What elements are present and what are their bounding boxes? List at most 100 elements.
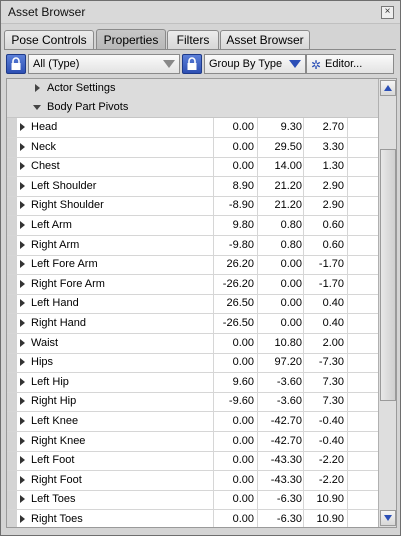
value-cell-y[interactable]: 0.80 — [258, 239, 302, 251]
table-row[interactable]: Right Hip -9.60 -3.60 7.30 — [7, 392, 378, 412]
chevron-right-icon[interactable] — [20, 397, 25, 405]
value-cell-z[interactable]: 1.30 — [304, 160, 344, 172]
table-row[interactable]: Right Fore Arm -26.20 0.00 -1.70 — [7, 275, 378, 295]
chevron-right-icon[interactable] — [20, 241, 25, 249]
value-cell-z[interactable]: -7.30 — [304, 356, 344, 368]
value-cell-x[interactable]: 0.00 — [216, 415, 254, 427]
value-cell-z[interactable]: 2.90 — [304, 180, 344, 192]
value-cell-x[interactable]: 8.90 — [216, 180, 254, 192]
chevron-right-icon[interactable] — [20, 358, 25, 366]
value-cell-y[interactable]: 0.00 — [258, 297, 302, 309]
value-cell-y[interactable]: 0.80 — [258, 219, 302, 231]
value-cell-x[interactable]: 26.50 — [216, 297, 254, 309]
value-cell-x[interactable]: 0.00 — [216, 356, 254, 368]
chevron-right-icon[interactable] — [20, 162, 25, 170]
value-cell-x[interactable]: 0.00 — [216, 141, 254, 153]
chevron-right-icon[interactable] — [20, 378, 25, 386]
chevron-right-icon[interactable] — [20, 143, 25, 151]
table-row[interactable]: Right Arm -9.80 0.80 0.60 — [7, 236, 378, 256]
chevron-right-icon[interactable] — [20, 182, 25, 190]
value-cell-y[interactable]: -42.70 — [258, 435, 302, 447]
table-row[interactable]: Hips 0.00 97.20 -7.30 — [7, 353, 378, 373]
tab-pose-controls[interactable]: Pose Controls — [4, 30, 94, 49]
scroll-down-button[interactable] — [380, 510, 396, 526]
value-cell-x[interactable]: -9.80 — [216, 239, 254, 251]
value-cell-x[interactable]: 0.00 — [216, 337, 254, 349]
table-row[interactable]: Left Arm 9.80 0.80 0.60 — [7, 216, 378, 236]
value-cell-y[interactable]: 9.30 — [258, 121, 302, 133]
value-cell-x[interactable]: 0.00 — [216, 121, 254, 133]
chevron-right-icon[interactable] — [20, 515, 25, 523]
chevron-right-icon[interactable] — [20, 221, 25, 229]
value-cell-x[interactable]: 0.00 — [216, 435, 254, 447]
table-row[interactable]: Left Hand 26.50 0.00 0.40 — [7, 294, 378, 314]
tab-asset-browser[interactable]: Asset Browser — [220, 30, 310, 49]
value-cell-y[interactable]: 0.00 — [258, 317, 302, 329]
value-cell-x[interactable]: -8.90 — [216, 199, 254, 211]
value-cell-z[interactable]: 0.40 — [304, 317, 344, 329]
table-row[interactable]: Right Hand -26.50 0.00 0.40 — [7, 314, 378, 334]
value-cell-z[interactable]: 2.70 — [304, 121, 344, 133]
chevron-right-icon[interactable] — [20, 456, 25, 464]
tab-properties[interactable]: Properties — [96, 29, 166, 50]
value-cell-y[interactable]: -3.60 — [258, 376, 302, 388]
value-cell-z[interactable]: -2.20 — [304, 474, 344, 486]
value-cell-z[interactable]: -0.40 — [304, 415, 344, 427]
table-row[interactable]: Head 0.00 9.30 2.70 — [7, 118, 378, 138]
table-row[interactable]: Left Toes 0.00 -6.30 10.90 — [7, 490, 378, 510]
value-cell-y[interactable]: -43.30 — [258, 454, 302, 466]
close-icon[interactable]: × — [381, 6, 394, 19]
value-cell-x[interactable]: 0.00 — [216, 493, 254, 505]
lock-icon[interactable] — [182, 54, 202, 74]
value-cell-y[interactable]: 21.20 — [258, 199, 302, 211]
value-cell-y[interactable]: -3.60 — [258, 395, 302, 407]
table-row[interactable]: Right Shoulder -8.90 21.20 2.90 — [7, 196, 378, 216]
value-cell-z[interactable]: 0.60 — [304, 219, 344, 231]
value-cell-x[interactable]: -26.50 — [216, 317, 254, 329]
value-cell-y[interactable]: 29.50 — [258, 141, 302, 153]
scroll-up-button[interactable] — [380, 80, 396, 96]
value-cell-x[interactable]: -9.60 — [216, 395, 254, 407]
group-actor-settings[interactable]: Actor Settings — [7, 79, 378, 99]
value-cell-z[interactable]: -2.20 — [304, 454, 344, 466]
value-cell-x[interactable]: 0.00 — [216, 474, 254, 486]
value-cell-y[interactable]: -43.30 — [258, 474, 302, 486]
table-row[interactable]: Neck 0.00 29.50 3.30 — [7, 138, 378, 158]
value-cell-y[interactable]: 0.00 — [258, 258, 302, 270]
value-cell-z[interactable]: 7.30 — [304, 395, 344, 407]
table-row[interactable]: Left Fore Arm 26.20 0.00 -1.70 — [7, 255, 378, 275]
chevron-right-icon[interactable] — [20, 260, 25, 268]
value-cell-z[interactable]: 7.30 — [304, 376, 344, 388]
value-cell-y[interactable]: 0.00 — [258, 278, 302, 290]
value-cell-x[interactable]: 0.00 — [216, 454, 254, 466]
title-bar[interactable]: Asset Browser × — [1, 1, 400, 24]
value-cell-y[interactable]: -6.30 — [258, 493, 302, 505]
tab-filters[interactable]: Filters — [167, 30, 219, 49]
value-cell-z[interactable]: 10.90 — [304, 513, 344, 525]
value-cell-x[interactable]: -26.20 — [216, 278, 254, 290]
chevron-right-icon[interactable] — [20, 201, 25, 209]
value-cell-y[interactable]: -42.70 — [258, 415, 302, 427]
chevron-right-icon[interactable] — [20, 339, 25, 347]
group-by-dropdown[interactable]: Group By Type — [204, 54, 306, 74]
value-cell-z[interactable]: 0.60 — [304, 239, 344, 251]
value-cell-z[interactable]: -1.70 — [304, 258, 344, 270]
table-row[interactable]: Waist 0.00 10.80 2.00 — [7, 334, 378, 354]
scroll-thumb[interactable] — [380, 149, 396, 401]
value-cell-z[interactable]: 2.00 — [304, 337, 344, 349]
table-row[interactable]: Right Knee 0.00 -42.70 -0.40 — [7, 432, 378, 452]
value-cell-y[interactable]: -6.30 — [258, 513, 302, 525]
vertical-scrollbar[interactable] — [378, 79, 396, 527]
value-cell-y[interactable]: 21.20 — [258, 180, 302, 192]
value-cell-x[interactable]: 9.80 — [216, 219, 254, 231]
value-cell-z[interactable]: 0.40 — [304, 297, 344, 309]
chevron-right-icon[interactable] — [20, 123, 25, 131]
table-row[interactable]: Chest 0.00 14.00 1.30 — [7, 157, 378, 177]
table-row[interactable]: Left Shoulder 8.90 21.20 2.90 — [7, 177, 378, 197]
type-filter-dropdown[interactable]: All (Type) — [28, 54, 180, 74]
table-row[interactable]: Left Hip 9.60 -3.60 7.30 — [7, 373, 378, 393]
value-cell-y[interactable]: 14.00 — [258, 160, 302, 172]
table-row[interactable]: Left Foot 0.00 -43.30 -2.20 — [7, 451, 378, 471]
group-body-part-pivots[interactable]: Body Part Pivots — [7, 98, 378, 118]
chevron-right-icon[interactable] — [20, 319, 25, 327]
